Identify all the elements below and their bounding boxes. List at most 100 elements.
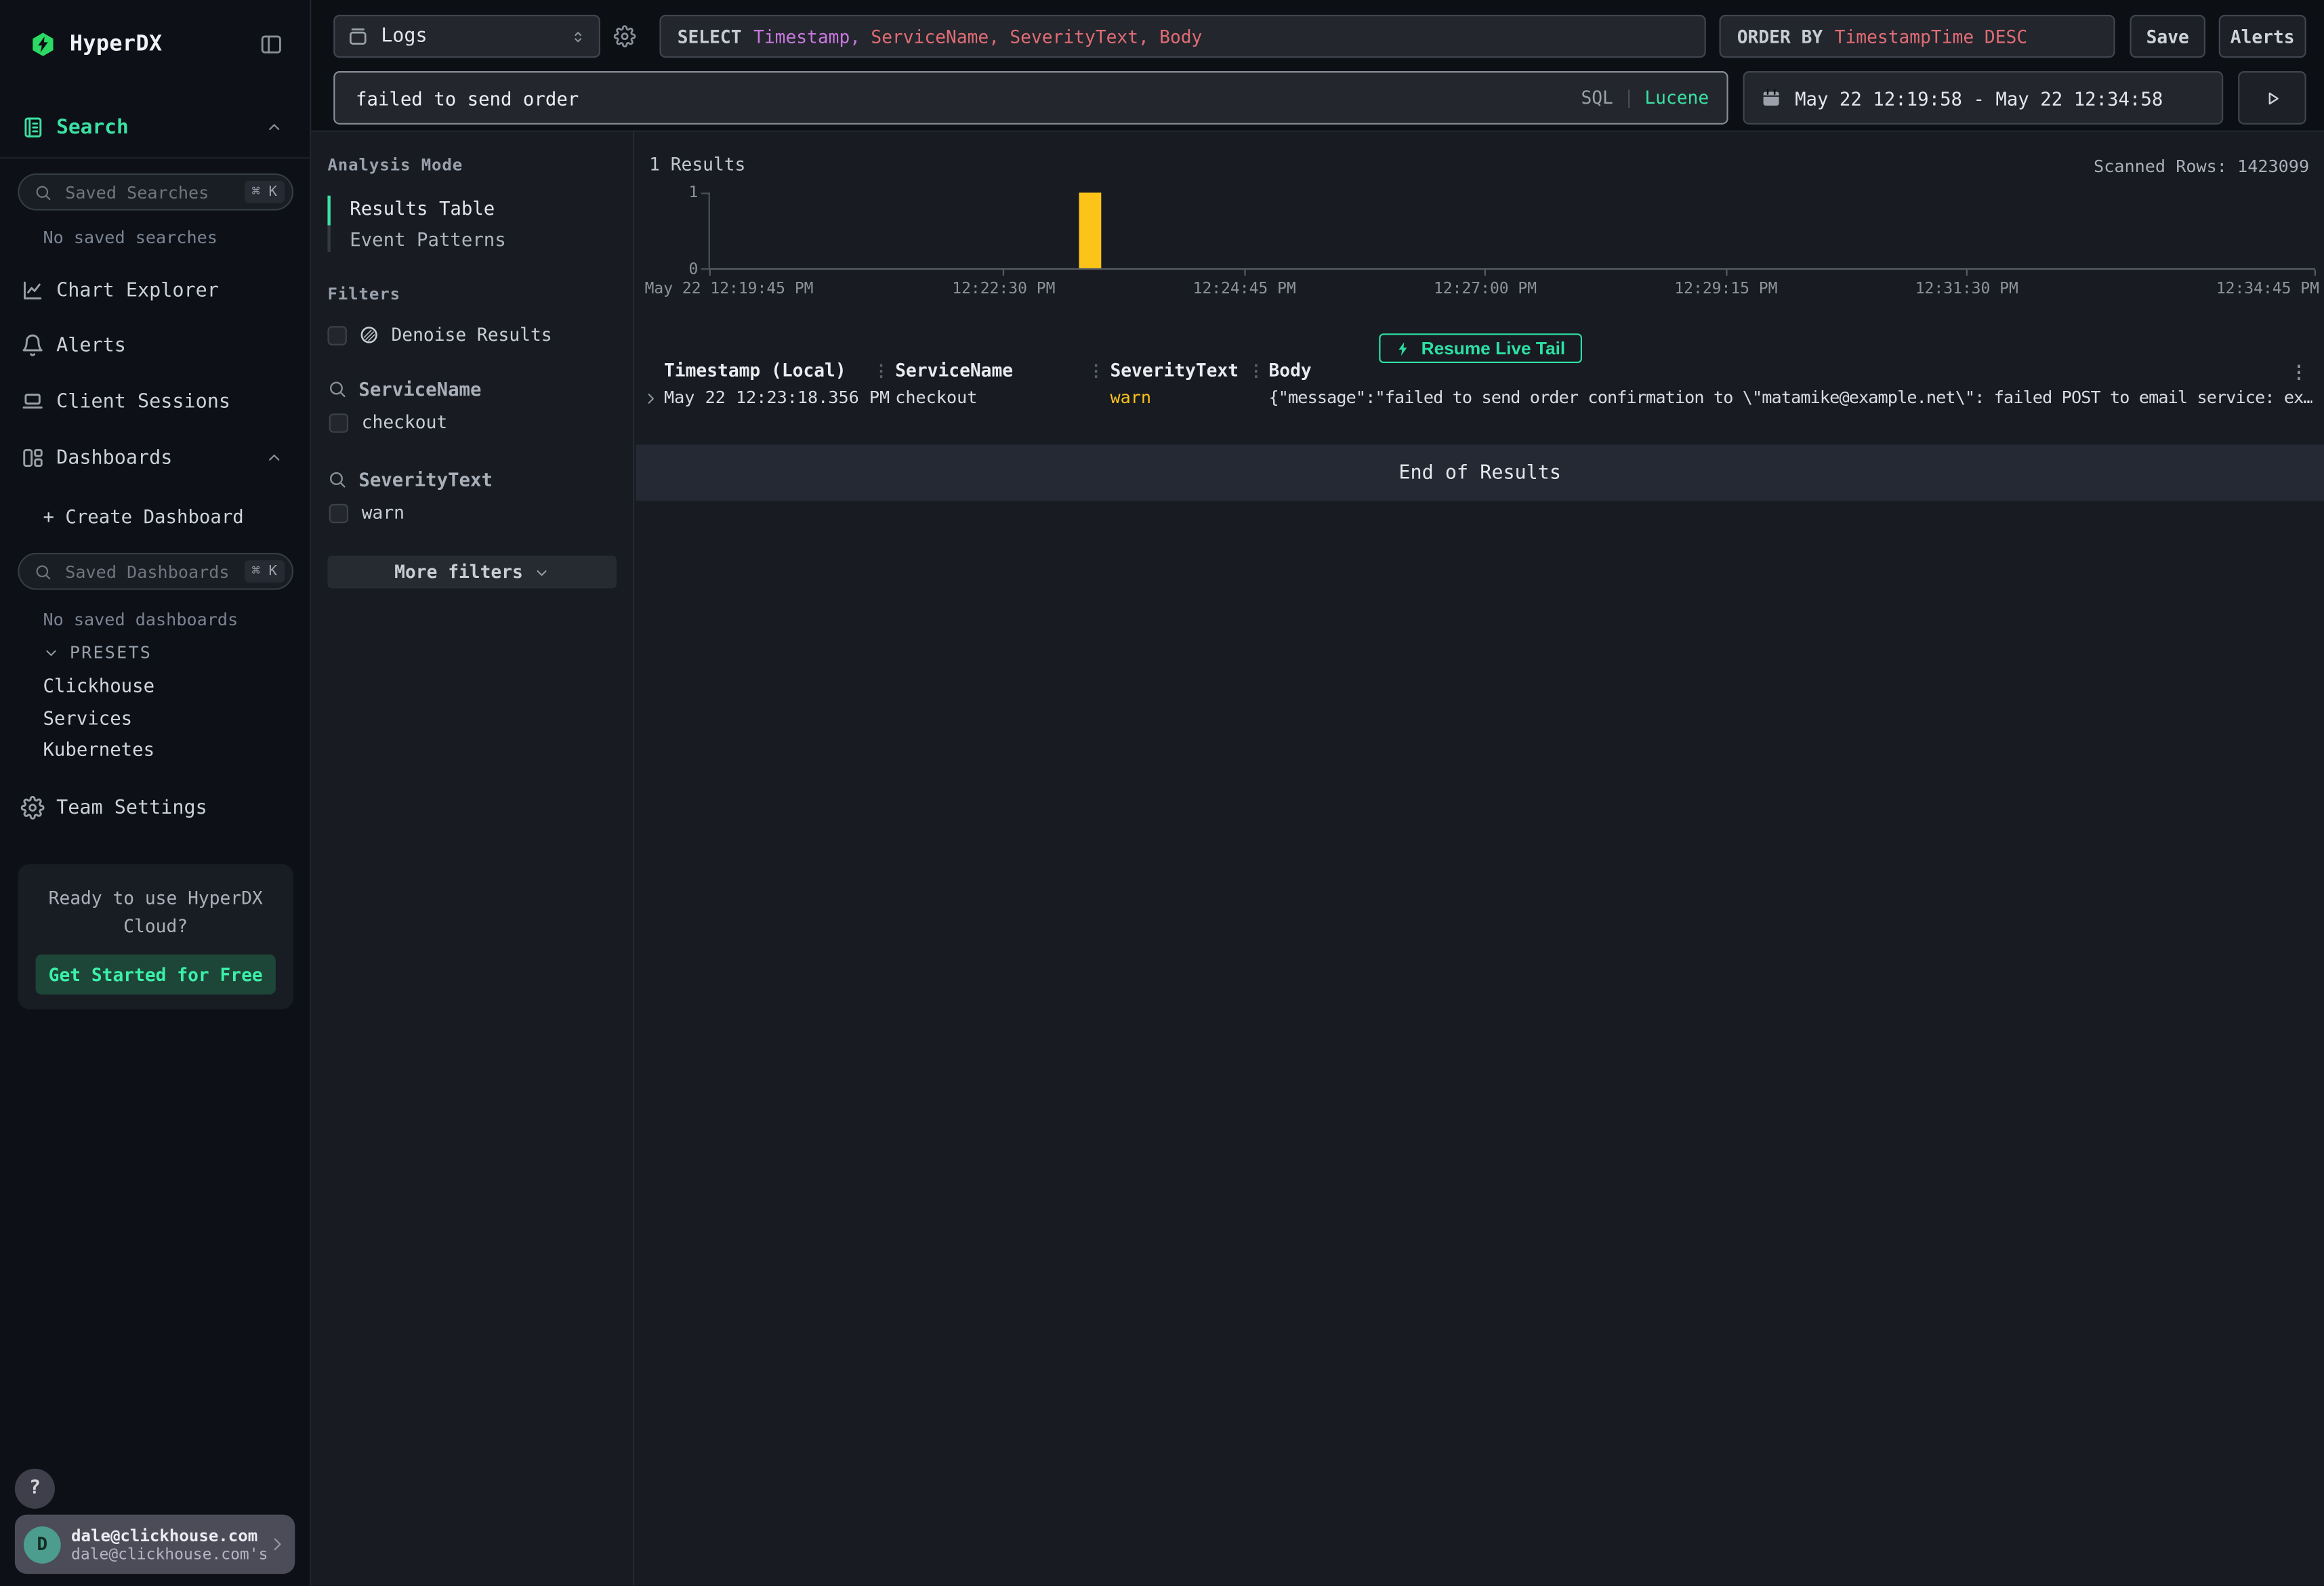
chevron-right-icon [268,1535,286,1553]
select-columns-editor[interactable]: SELECT Timestamp, ServiceName, SeverityT… [659,15,1705,58]
user-menu[interactable]: D dale@clickhouse.com dale@clickhouse.co… [15,1515,295,1574]
column-header-severitytext[interactable]: SeverityText [1110,360,1239,381]
filter-option-checkout[interactable]: checkout [327,412,617,433]
preset-clickhouse[interactable]: Clickhouse [43,674,154,696]
mode-lucene[interactable]: Lucene [1644,87,1709,108]
order-by-editor[interactable]: ORDER BY TimestampTime DESC [1720,15,2115,58]
column-resize-handle[interactable]: ⋮ [873,362,889,381]
chevron-up-icon[interactable] [266,449,283,467]
time-range-picker[interactable]: May 22 12:19:58 - May 22 12:34:58 [1743,71,2224,125]
presets-label: PRESETS [70,642,152,663]
sidebar-item-alerts[interactable]: Alerts [0,325,310,366]
saved-searches-input[interactable] [62,180,245,204]
denoise-checkbox[interactable] [327,325,346,344]
help-button[interactable]: ? [15,1469,55,1509]
query-language-toggle: SQL | Lucene [1581,87,1709,108]
saved-dashboards-input[interactable] [62,560,245,583]
search-icon [327,469,346,488]
sidebar-item-team-settings[interactable]: Team Settings [0,787,310,829]
sidebar-item-dashboards[interactable]: Dashboards [0,437,310,478]
search-query-box[interactable]: SQL | Lucene [333,71,1728,125]
histogram-bar[interactable] [1079,192,1102,268]
column-resize-handle[interactable]: ⋮ [1088,362,1104,381]
filter-group-name: SeverityText [358,468,493,491]
no-saved-dashboards-note: No saved dashboards [43,609,238,630]
create-dashboard-button[interactable]: + Create Dashboard [43,505,243,528]
presets-toggle[interactable]: PRESETS [43,642,152,663]
save-button[interactable]: Save [2130,15,2205,58]
gear-icon [614,25,636,47]
column-resize-handle[interactable]: ⋮ [1248,362,1264,381]
preset-kubernetes[interactable]: Kubernetes [43,738,154,760]
saved-dashboards-search[interactable]: ⌘ K [18,553,293,590]
end-of-results-label: End of Results [1398,461,1561,484]
gear-icon [21,796,45,820]
warn-checkbox[interactable] [329,503,348,522]
filter-group-severitytext: SeverityText [327,468,617,491]
cloud-promo-text: Ready to use HyperDX Cloud? [36,885,276,940]
column-header-timestamp[interactable]: Timestamp (Local) [664,360,846,381]
get-started-button[interactable]: Get Started for Free [36,955,276,995]
x-tick-mark [1485,270,1486,276]
order-by-value: TimestampTime DESC [1835,26,2027,47]
source-select[interactable]: Logs [333,15,600,58]
sidebar-collapse-button[interactable] [260,33,283,56]
x-tick-label: 12:24:45 PM [1193,280,1296,297]
chevron-up-icon[interactable] [266,119,283,136]
y-tick-label: 1 [674,184,698,201]
cloud-promo-card: Ready to use HyperDX Cloud? Get Started … [18,864,293,1009]
results-table-header: Timestamp (Local) ⋮ ServiceName ⋮ Severi… [636,360,2324,385]
resume-live-tail-label: Resume Live Tail [1422,338,1566,359]
checkout-checkbox[interactable] [329,413,348,432]
table-row[interactable]: May 22 12:23:18.356 PM checkout warn {"m… [636,387,2324,413]
search-icon [34,562,51,580]
table-options-menu-icon[interactable]: ⋮ [2290,362,2308,383]
run-query-button[interactable] [2238,71,2306,125]
sidebar-item-search[interactable]: Search [0,107,310,148]
filter-panel: Analysis Mode Results Table Event Patter… [311,132,634,1586]
time-range-value: May 22 12:19:58 - May 22 12:34:58 [1795,87,2163,109]
more-filters-button[interactable]: More filters [327,556,617,588]
resume-live-tail-button[interactable]: Resume Live Tail [1378,333,1581,363]
play-icon [2262,88,2281,107]
x-tick-label: May 22 12:19:45 PM [645,280,814,297]
tab-results-table[interactable]: Results Table [327,192,617,224]
filter-option-warn[interactable]: warn [327,503,617,524]
saved-searches-search[interactable]: ⌘ K [18,173,293,211]
column-header-body[interactable]: Body [1269,360,2312,381]
sql-keyword: ORDER BY [1737,26,1823,47]
sidebar-divider [0,157,310,159]
sidebar: HyperDX Search ⌘ K No saved searches Cha… [0,0,311,1586]
denoise-icon [358,325,379,346]
x-tick-label: 12:27:00 PM [1434,280,1537,297]
x-tick-label: 12:34:45 PM [2216,280,2319,297]
shortcut-badge: ⌘ K [245,560,285,583]
results-histogram[interactable]: 1 0 May 22 12:19:45 PM 12:22:30 PM 12:24… [709,192,2315,270]
sidebar-item-chart-explorer[interactable]: Chart Explorer [0,270,310,311]
source-settings-button[interactable] [614,25,636,47]
dashboard-icon [21,446,45,469]
results-area: 1 Results Scanned Rows: 1423099 1 0 May … [636,132,2324,1586]
analysis-mode-title: Analysis Mode [327,156,617,175]
journal-icon [21,116,45,140]
no-saved-searches-note: No saved searches [43,227,217,248]
cell-timestamp: May 22 12:23:18.356 PM [664,387,890,408]
x-tick-mark [1244,270,1245,276]
mode-sql[interactable]: SQL [1581,87,1613,108]
denoise-label: Denoise Results [392,325,552,346]
user-email: dale@clickhouse.com [71,1526,268,1545]
sidebar-item-client-sessions[interactable]: Client Sessions [0,381,310,422]
row-expand-chevron-icon[interactable] [643,392,658,406]
end-of-results-banner: End of Results [636,444,2324,501]
sql-field: Timestamp, [753,26,860,47]
preset-services[interactable]: Services [43,707,132,729]
chevron-down-icon [43,644,59,660]
sql-keyword: SELECT [678,26,742,47]
search-input[interactable] [353,85,1581,110]
scanned-rows: Scanned Rows: 1423099 [2094,156,2309,177]
alerts-button[interactable]: Alerts [2219,15,2306,58]
tab-event-patterns[interactable]: Event Patterns [327,224,617,255]
column-header-servicename[interactable]: ServiceName [895,360,1013,381]
calendar-icon [1761,87,1782,108]
x-tick-label: 12:22:30 PM [952,280,1055,297]
